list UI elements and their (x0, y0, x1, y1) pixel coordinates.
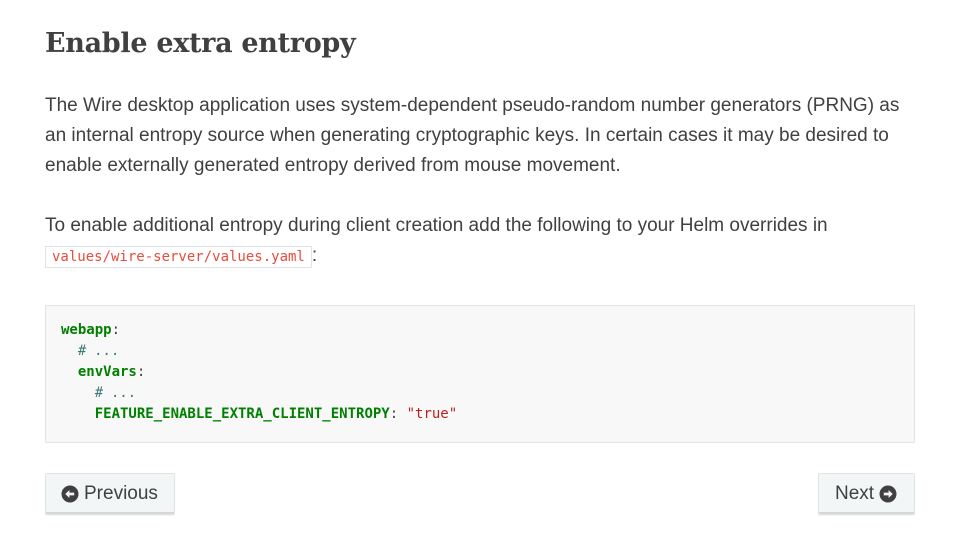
instruction-paragraph: To enable additional entropy during clie… (45, 211, 915, 272)
yaml-comment: # ... (77, 343, 121, 359)
next-label: Next (835, 483, 875, 504)
instruction-text: To enable additional entropy during clie… (45, 215, 828, 236)
page-title: Enable extra entropy (45, 28, 356, 59)
code-content: webapp: # ... envVars: # ... FEATURE_ENA… (46, 306, 914, 439)
yaml-colon: : (136, 364, 146, 380)
yaml-comment: # ... (94, 385, 137, 401)
arrow-circle-right-icon (879, 485, 897, 503)
yaml-colon: : (389, 406, 407, 422)
values-file-path: values/wire-server/values.yaml (45, 246, 312, 268)
intro-paragraph: The Wire desktop application uses system… (45, 95, 900, 176)
yaml-code-block: webapp: # ... envVars: # ... FEATURE_ENA… (45, 305, 915, 443)
yaml-colon: : (111, 322, 121, 338)
yaml-key-webapp: webapp (61, 322, 112, 338)
arrow-circle-left-icon (61, 485, 79, 503)
previous-button[interactable]: Previous (45, 473, 175, 515)
yaml-key-feature-flag: FEATURE_ENABLE_EXTRA_CLIENT_ENTROPY (94, 406, 390, 422)
yaml-key-envvars: envVars (77, 364, 137, 380)
previous-label: Previous (84, 483, 158, 504)
instruction-colon: : (311, 245, 318, 266)
yaml-value-true: "true" (406, 406, 458, 422)
next-button[interactable]: Next (818, 473, 915, 515)
